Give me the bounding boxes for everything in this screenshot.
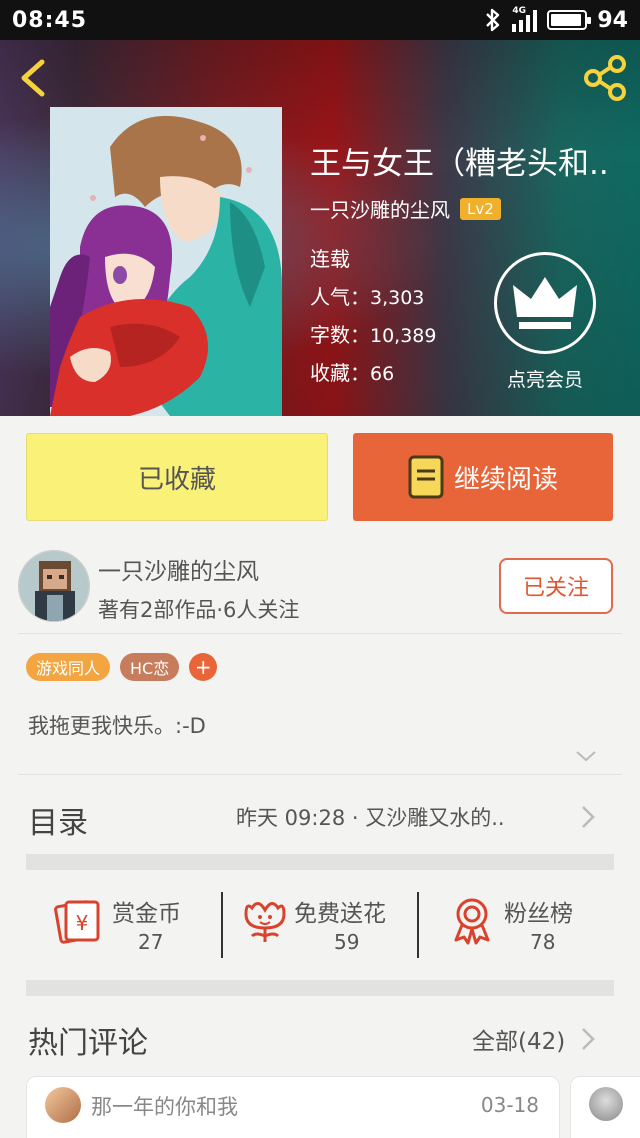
screen: 08:45 4G 94 王与女王（糟老头和.. 一只沙雕的尘风 Lv2 连载 人… [0, 0, 640, 1138]
battery-level: 94 [597, 7, 628, 33]
comment-card[interactable] [570, 1076, 640, 1138]
status-bar: 08:45 4G 94 [0, 0, 640, 40]
favorites-label: 收藏： [310, 361, 370, 385]
follow-button[interactable]: 已关注 [499, 558, 613, 614]
chevron-right-icon[interactable] [580, 804, 596, 830]
tag-hc[interactable]: HC恋 [120, 653, 180, 681]
ranking-label: 粉丝榜 [504, 901, 573, 927]
chevron-right-icon[interactable] [580, 1026, 596, 1052]
continue-reading-button[interactable]: 继续阅读 [353, 433, 613, 521]
status-time: 08:45 [12, 7, 88, 33]
serial-status: 连载 [310, 247, 350, 271]
tag-list: 游戏同人 HC恋 + [26, 653, 218, 681]
section-divider [26, 854, 614, 870]
crown-icon [513, 277, 577, 329]
bluetooth-icon [486, 8, 500, 32]
flowers-label: 免费送花 [294, 901, 386, 927]
commenter-avatar[interactable] [589, 1087, 623, 1121]
book-author[interactable]: 一只沙雕的尘风 [310, 194, 450, 223]
share-icon[interactable] [582, 54, 628, 102]
red-envelope-icon: ¥ [54, 900, 100, 944]
battery-icon [547, 10, 592, 30]
svg-text:¥: ¥ [76, 911, 89, 935]
medal-icon [454, 898, 490, 945]
all-comments-link[interactable]: 全部(42) [472, 1022, 565, 1056]
free-flowers[interactable]: 免费送花 59 [240, 890, 410, 960]
comment-card[interactable]: 那一年的你和我 03-18 [26, 1076, 560, 1138]
book-author-line: 一只沙雕的尘风 Lv2 [310, 194, 501, 223]
vip-label[interactable]: 点亮会员 [490, 365, 600, 392]
ranking-count: 78 [530, 930, 556, 954]
book-description: 我拖更我快乐。:-D [28, 714, 206, 738]
back-icon[interactable] [14, 56, 54, 100]
reward-coins[interactable]: ¥ 赏金币 27 [54, 890, 214, 960]
word-count-stat: 字数：10,389 [310, 319, 436, 348]
collected-button[interactable]: 已收藏 [26, 433, 328, 521]
word-count-value: 10,389 [370, 325, 437, 347]
level-badge: Lv2 [460, 197, 501, 220]
popularity-label: 人气： [310, 285, 370, 309]
fan-ranking[interactable]: 粉丝榜 78 [450, 890, 610, 960]
commenter-name[interactable]: 那一年的你和我 [91, 1091, 238, 1121]
toc-label[interactable]: 目录 [28, 798, 88, 842]
section-divider [26, 980, 614, 996]
comment-date: 03-18 [480, 1093, 539, 1117]
tag-game-fanfic[interactable]: 游戏同人 [26, 653, 111, 681]
reward-count: 27 [138, 930, 164, 954]
separator [221, 892, 223, 958]
book-header: 王与女王（糟老头和.. 一只沙雕的尘风 Lv2 连载 人气：3,303 字数：1… [0, 40, 640, 416]
continue-reading-label: 继续阅读 [453, 464, 558, 495]
commenter-avatar[interactable] [45, 1087, 81, 1123]
network-type: 4G [512, 6, 527, 16]
separator [417, 892, 419, 958]
chevron-down-icon[interactable] [574, 748, 598, 764]
divider [18, 633, 622, 634]
word-count-label: 字数： [310, 323, 370, 347]
add-tag-button[interactable]: + [189, 653, 218, 681]
flower-icon [244, 902, 286, 942]
popularity-stat: 人气：3,303 [310, 281, 424, 310]
author-name[interactable]: 一只沙雕的尘风 [98, 552, 259, 586]
favorites-stat: 收藏：66 [310, 357, 394, 386]
cover-illustration [50, 107, 282, 416]
book-cover[interactable] [50, 107, 282, 416]
author-stats: 著有2部作品·6人关注 [98, 598, 300, 622]
author-avatar[interactable] [18, 550, 90, 622]
favorites-value: 66 [370, 363, 395, 385]
flowers-count: 59 [334, 930, 360, 954]
latest-chapter[interactable]: 昨天 09:28 · 又沙雕又水的.. [236, 802, 505, 832]
hot-comments-title: 热门评论 [28, 1026, 148, 1061]
book-title: 王与女王（糟老头和.. [310, 146, 609, 182]
vip-button[interactable] [494, 252, 596, 354]
reward-label: 赏金币 [112, 901, 181, 927]
popularity-value: 3,303 [370, 287, 425, 309]
status-icons: 4G 94 [484, 6, 628, 33]
signal-icon: 4G [512, 6, 538, 32]
book-icon [408, 455, 444, 499]
divider [18, 774, 622, 775]
